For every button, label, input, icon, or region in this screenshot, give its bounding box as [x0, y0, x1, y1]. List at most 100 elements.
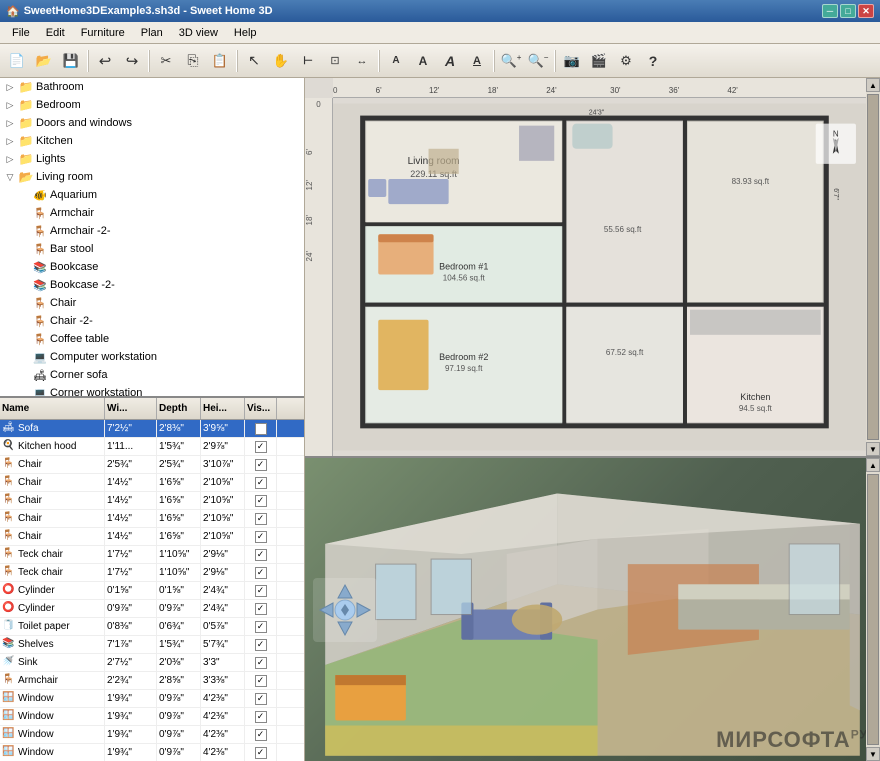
table-row[interactable]: ⭕ Cylinder 0'1⅝" 0'1⅝" 2'4¾" ✓ [0, 582, 304, 600]
table-row[interactable]: 🪑 Chair 2'5¾" 2'5¾" 3'10⅞" ✓ [0, 456, 304, 474]
tree-item-computer-workstation[interactable]: 💻 Computer workstation [0, 348, 304, 366]
table-row[interactable]: 🪑 Teck chair 1'7½" 1'10⅝" 2'9⅛" ✓ [0, 564, 304, 582]
table-row[interactable]: 🪑 Chair 1'4½" 1'6⅝" 2'10⅝" ✓ [0, 510, 304, 528]
floor-plan[interactable]: 0 6' 12' 18' 24' 30' 36' 42' 0 6' 12' 18… [305, 78, 880, 458]
tree-item-kitchen[interactable]: ▷ 📁 Kitchen [0, 132, 304, 150]
table-row[interactable]: 🪟 Window 1'9¾" 0'9⅞" 4'2⅜" ✓ [0, 744, 304, 761]
new-button[interactable]: 📄 [4, 48, 30, 74]
table-row[interactable]: 🪑 Chair 1'4½" 1'6⅝" 2'10⅝" ✓ [0, 528, 304, 546]
expand-bathroom[interactable]: ▷ [2, 79, 18, 95]
table-row[interactable]: 🪟 Window 1'9¾" 0'9⅞" 4'2⅜" ✓ [0, 708, 304, 726]
tree-item-armchair[interactable]: 🪑 Armchair [0, 204, 304, 222]
title-bar: 🏠 SweetHome3DExample3.sh3d - Sweet Home … [0, 0, 880, 22]
menu-edit[interactable]: Edit [38, 25, 73, 41]
text-medium[interactable]: A [410, 48, 436, 74]
dimension[interactable]: ↔ [349, 48, 375, 74]
select-button[interactable]: ↖ [241, 48, 267, 74]
tree-item-livingroom[interactable]: ▽ 📂 Living room [0, 168, 304, 186]
menu-3dview[interactable]: 3D view [171, 25, 226, 41]
tree-item-aquarium[interactable]: 🐠 Aquarium [0, 186, 304, 204]
scroll-thumb[interactable] [867, 94, 879, 440]
checkbox-kitchenhood[interactable]: ✓ [255, 441, 267, 453]
text-large[interactable]: A [437, 48, 463, 74]
scroll-up-arrow[interactable]: ▲ [866, 78, 880, 92]
td-name-kitchenhood: 🍳 Kitchen hood [0, 438, 105, 455]
cut-button[interactable]: ✂ [153, 48, 179, 74]
table-row[interactable]: 🪑 Chair 1'4½" 1'6⅝" 2'10⅝" ✓ [0, 492, 304, 510]
menu-help[interactable]: Help [226, 25, 265, 41]
video-button[interactable]: 🎬 [586, 48, 612, 74]
furniture-tree[interactable]: ▷ 📁 Bathroom ▷ 📁 Bedroom ▷ 📁 Doors and w… [0, 78, 304, 398]
tree-item-bedroom[interactable]: ▷ 📁 Bedroom [0, 96, 304, 114]
table-row[interactable]: 🪟 Window 1'9¾" 0'9⅞" 4'2⅜" ✓ [0, 690, 304, 708]
zoom-in-button[interactable]: 🔍+ [498, 48, 524, 74]
menu-plan[interactable]: Plan [133, 25, 171, 41]
navigation-arrows[interactable] [313, 578, 377, 642]
checkbox-sofa[interactable]: ✓ [255, 423, 267, 435]
table-row[interactable]: 🧻 Toilet paper 0'8⅜" 0'6¾" 0'5⅞" ✓ [0, 618, 304, 636]
open-button[interactable]: 📂 [31, 48, 57, 74]
tree-item-lights[interactable]: ▷ 📁 Lights [0, 150, 304, 168]
undo-button[interactable]: ↩ [92, 48, 118, 74]
table-row[interactable]: 📚 Shelves 7'1⅞" 1'5¾" 5'7¾" ✓ [0, 636, 304, 654]
tree-item-bathroom[interactable]: ▷ 📁 Bathroom [0, 78, 304, 96]
tree-item-bookcase[interactable]: 📚 Bookcase [0, 258, 304, 276]
expand-lights[interactable]: ▷ [2, 151, 18, 167]
paste-button[interactable]: 📋 [207, 48, 233, 74]
floorplan-vscrollbar[interactable]: ▲ ▼ [866, 78, 880, 456]
zoom-out-button[interactable]: 🔍− [525, 48, 551, 74]
minimize-button[interactable]: ─ [822, 4, 838, 18]
text-small[interactable]: A [383, 48, 409, 74]
tree-item-doors[interactable]: ▷ 📁 Doors and windows [0, 114, 304, 132]
tree-item-chair[interactable]: 🪑 Chair [0, 294, 304, 312]
preferences-button[interactable]: ⚙ [613, 48, 639, 74]
svg-text:N: N [833, 130, 839, 139]
copy-button[interactable]: ⎘ [180, 48, 206, 74]
tree-item-barstool[interactable]: 🪑 Bar stool [0, 240, 304, 258]
tree-item-armchair2[interactable]: 🪑 Armchair -2- [0, 222, 304, 240]
expand-livingroom[interactable]: ▽ [2, 169, 18, 185]
create-room[interactable]: ⊡ [322, 48, 348, 74]
table-body[interactable]: 🛋 Sofa 7'2½" 2'8⅜" 3'9⅝" ✓ 🍳 Kitchen hoo… [0, 420, 304, 761]
scroll-thumb-3d[interactable] [867, 474, 879, 745]
pan-button[interactable]: ✋ [268, 48, 294, 74]
table-row[interactable]: ⭕ Cylinder 0'9⅞" 0'9⅞" 2'4¾" ✓ [0, 600, 304, 618]
tree-item-bookcase2[interactable]: 📚 Bookcase -2- [0, 276, 304, 294]
menu-file[interactable]: File [4, 25, 38, 41]
help-button[interactable]: ? [640, 48, 666, 74]
menu-furniture[interactable]: Furniture [73, 25, 133, 41]
create-wall[interactable]: ⊢ [295, 48, 321, 74]
separator-5 [493, 50, 495, 72]
table-row[interactable]: 🪟 Window 1'9¾" 0'9⅞" 4'2⅜" ✓ [0, 726, 304, 744]
table-row[interactable]: 🛋 Sofa 7'2½" 2'8⅜" 3'9⅝" ✓ [0, 420, 304, 438]
td-visible-kitchenhood[interactable]: ✓ [245, 438, 277, 455]
table-row[interactable]: 🪑 Armchair 2'2¾" 2'8⅝" 3'3⅜" ✓ [0, 672, 304, 690]
table-row[interactable]: 🪑 Teck chair 1'7½" 1'10⅝" 2'9⅛" ✓ [0, 546, 304, 564]
3dview-vscrollbar[interactable]: ▲ ▼ [866, 458, 880, 761]
td-visible-sofa[interactable]: ✓ [245, 420, 277, 437]
text-xlarge[interactable]: A [464, 48, 490, 74]
expand-doors[interactable]: ▷ [2, 115, 18, 131]
redo-button[interactable]: ↪ [119, 48, 145, 74]
save-button[interactable]: 💾 [58, 48, 84, 74]
close-button[interactable]: ✕ [858, 4, 874, 18]
folder-icon-bathroom: 📁 [18, 79, 34, 95]
tree-item-corner-sofa[interactable]: 🛋 Corner sofa [0, 366, 304, 384]
floorplan-svg[interactable]: Living room 229.11 sq.ft Bedroom #1 104.… [333, 98, 866, 456]
scroll-up-3d[interactable]: ▲ [866, 458, 880, 472]
photo-button[interactable]: 📷 [559, 48, 585, 74]
scroll-down-3d[interactable]: ▼ [866, 747, 880, 761]
tree-item-corner-ws[interactable]: 💻 Corner workstation [0, 384, 304, 398]
scroll-down-arrow[interactable]: ▼ [866, 442, 880, 456]
3d-view[interactable]: МИРСОФТАРУ ▲ ▼ [305, 458, 880, 761]
table-row[interactable]: 🚿 Sink 2'7½" 2'0⅜" 3'3" ✓ [0, 654, 304, 672]
separator-1 [87, 50, 89, 72]
maximize-button[interactable]: □ [840, 4, 856, 18]
tree-label-armchair: Armchair [50, 207, 94, 219]
tree-item-chair2[interactable]: 🪑 Chair -2- [0, 312, 304, 330]
table-row[interactable]: 🪑 Chair 1'4½" 1'6⅝" 2'10⅝" ✓ [0, 474, 304, 492]
expand-bedroom[interactable]: ▷ [2, 97, 18, 113]
expand-kitchen[interactable]: ▷ [2, 133, 18, 149]
table-row[interactable]: 🍳 Kitchen hood 1'11... 1'5¾" 2'9⅞" ✓ [0, 438, 304, 456]
tree-item-coffeetable[interactable]: 🪑 Coffee table [0, 330, 304, 348]
